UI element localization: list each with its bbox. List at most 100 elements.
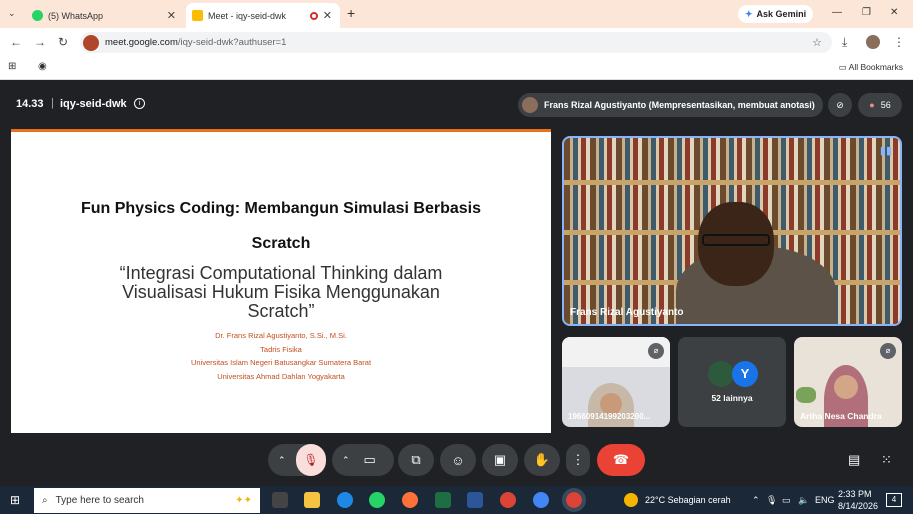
slide-department: Tadris Fisika: [260, 345, 302, 354]
participants-button[interactable]: ● 56: [858, 93, 902, 117]
ask-gemini-button[interactable]: ✦ Ask Gemini: [738, 5, 814, 23]
reactions-button[interactable]: ☺: [440, 444, 476, 476]
chrome-icon[interactable]: [500, 492, 516, 508]
participant-name: Artha Nesa Chandra: [800, 411, 882, 421]
mic-off-button[interactable]: 🎙: [296, 444, 326, 476]
download-icon[interactable]: ⤓: [842, 35, 847, 50]
excel-icon[interactable]: [435, 492, 451, 508]
others-tile[interactable]: Y 52 lainnya: [678, 337, 786, 427]
globe-icon[interactable]: ◉: [38, 61, 47, 72]
meet-icon: [192, 10, 203, 21]
presenter-avatar: [522, 97, 538, 113]
clock-date[interactable]: 8/14/2026: [838, 501, 878, 511]
mic-tray-icon[interactable]: 🎙: [766, 495, 777, 506]
new-tab-button[interactable]: +: [347, 5, 355, 21]
slide-subtitle-line1: “Integrasi Computational Thinking dalam: [119, 263, 443, 283]
present-button[interactable]: ⧉: [398, 444, 434, 476]
tab-search-icon[interactable]: ⌄: [8, 8, 16, 19]
back-button[interactable]: ←: [10, 35, 22, 49]
end-call-icon: ☎: [612, 452, 630, 467]
file-explorer-icon[interactable]: [304, 492, 320, 508]
meeting-time: 14.33: [16, 98, 44, 110]
person-face: [834, 375, 858, 399]
meet-area: 14.33 | iqy-seid-dwk i Frans Rizal Agust…: [0, 81, 913, 486]
participant-avatar: [708, 361, 734, 387]
profile-avatar[interactable]: [866, 35, 880, 49]
presenter-label: Frans Rizal Agustiyanto (Mempresentasika…: [544, 100, 815, 110]
emoji-icon: ☺: [451, 452, 465, 468]
bookmark-star-icon[interactable]: ☆: [812, 36, 822, 49]
all-bookmarks-label: All Bookmarks: [848, 62, 903, 72]
slide-university2: Universitas Ahmad Dahlan Yogyakarta: [217, 372, 345, 381]
chevron-up-icon[interactable]: ⌃: [278, 455, 286, 466]
address-bar[interactable]: meet.google.com/iqy-seid-dwk?authuser=1 …: [80, 32, 832, 53]
activities-icon[interactable]: ⁙: [881, 452, 892, 468]
camera-icon[interactable]: ▭: [364, 452, 376, 468]
forward-button[interactable]: →: [34, 35, 46, 49]
separator: |: [51, 97, 54, 109]
presentation-slide: Fun Physics Coding: Membangun Simulasi B…: [11, 129, 551, 433]
clock-time[interactable]: 2:33 PM: [838, 489, 872, 499]
more-vert-icon: ⋮: [571, 452, 585, 467]
presenter-video-tile[interactable]: ▮▮ Frans Rizal Agustiyanto: [562, 136, 902, 326]
participant-tile-3[interactable]: ⌀ Artha Nesa Chandra: [794, 337, 902, 427]
tray-chevron-icon[interactable]: ⌃: [752, 495, 760, 506]
whatsapp-app-icon[interactable]: [369, 492, 385, 508]
word-icon[interactable]: [467, 492, 483, 508]
tab-whatsapp[interactable]: (5) WhatsApp ✕: [26, 3, 184, 28]
initial-avatar: Y: [732, 361, 758, 387]
participant-tile-1[interactable]: ⌀ 19660914199203200...: [562, 337, 670, 427]
whatsapp-icon: [32, 10, 43, 21]
others-count-label: 52 lainnya: [711, 393, 753, 403]
presenter-chip[interactable]: Frans Rizal Agustiyanto (Mempresentasika…: [518, 93, 823, 117]
camera-control-group[interactable]: ⌃ ▭: [332, 444, 394, 476]
hide-video-icon[interactable]: ⊘: [828, 93, 852, 117]
language-indicator[interactable]: ENG: [815, 495, 835, 505]
captions-icon: ▣: [493, 452, 507, 467]
firefox-icon[interactable]: [402, 492, 418, 508]
close-window-button[interactable]: ✕: [890, 7, 898, 18]
close-tab-icon[interactable]: ✕: [323, 9, 332, 22]
search-placeholder: Type here to search: [55, 495, 144, 506]
google-icon[interactable]: [533, 492, 549, 508]
notifications-icon[interactable]: 4: [886, 493, 902, 507]
leave-call-button[interactable]: ☎: [597, 444, 645, 476]
restore-button[interactable]: ❐: [862, 7, 871, 18]
info-icon[interactable]: i: [134, 98, 145, 109]
weather-text[interactable]: 22°C Sebagian cerah: [645, 495, 731, 505]
all-bookmarks[interactable]: ▭ All Bookmarks: [839, 62, 903, 73]
taskbar-search[interactable]: ⌕ Type here to search ✦✦: [34, 488, 260, 513]
edge-icon[interactable]: [337, 492, 353, 508]
search-icon: ⌕: [42, 495, 48, 506]
people-icon: ●: [869, 100, 875, 110]
slide-subtitle-line2: Visualisasi Hukum Fisika Menggunakan: [122, 282, 440, 302]
taskbar: ⊞ ⌕ Type here to search ✦✦ 22°C Sebagian…: [0, 486, 913, 514]
reload-button[interactable]: ↻: [58, 35, 68, 49]
glasses: [702, 234, 770, 246]
chevron-up-icon[interactable]: ⌃: [342, 455, 350, 466]
task-view-icon[interactable]: [272, 492, 288, 508]
raise-hand-button[interactable]: ✋: [524, 444, 560, 476]
mic-off-icon: ⌀: [880, 343, 896, 359]
battery-icon[interactable]: ▭: [782, 495, 791, 506]
tab-label: Meet - iqy-seid-dwk: [208, 10, 287, 21]
more-options-button[interactable]: ⋮: [566, 444, 590, 476]
close-tab-icon[interactable]: ✕: [167, 9, 176, 22]
apps-icon[interactable]: ⊞: [8, 61, 16, 72]
site-info-icon[interactable]: [83, 34, 99, 51]
mic-control-group[interactable]: ⌃ 🎙: [268, 444, 326, 476]
volume-icon[interactable]: 🔈: [798, 495, 809, 506]
windows-start-icon[interactable]: ⊞: [10, 493, 20, 507]
weather-icon[interactable]: [624, 493, 638, 507]
recording-icon: [310, 11, 318, 20]
slide-author: Dr. Frans Rizal Agustiyanto, S.Si., M.Si…: [215, 331, 347, 340]
speaking-indicator-icon: ▮▮: [879, 145, 892, 157]
chat-icon[interactable]: ▤: [848, 452, 860, 468]
minimize-button[interactable]: —: [832, 7, 842, 18]
chrome-active-icon[interactable]: [562, 488, 586, 512]
captions-button[interactable]: ▣: [482, 444, 518, 476]
menu-icon[interactable]: ⋮: [893, 35, 905, 49]
gemini-icon: ✦: [745, 8, 753, 19]
tab-meet[interactable]: Meet - iqy-seid-dwk ✕: [186, 3, 340, 28]
presenter-name: Frans Rizal Agustiyanto: [570, 307, 684, 318]
